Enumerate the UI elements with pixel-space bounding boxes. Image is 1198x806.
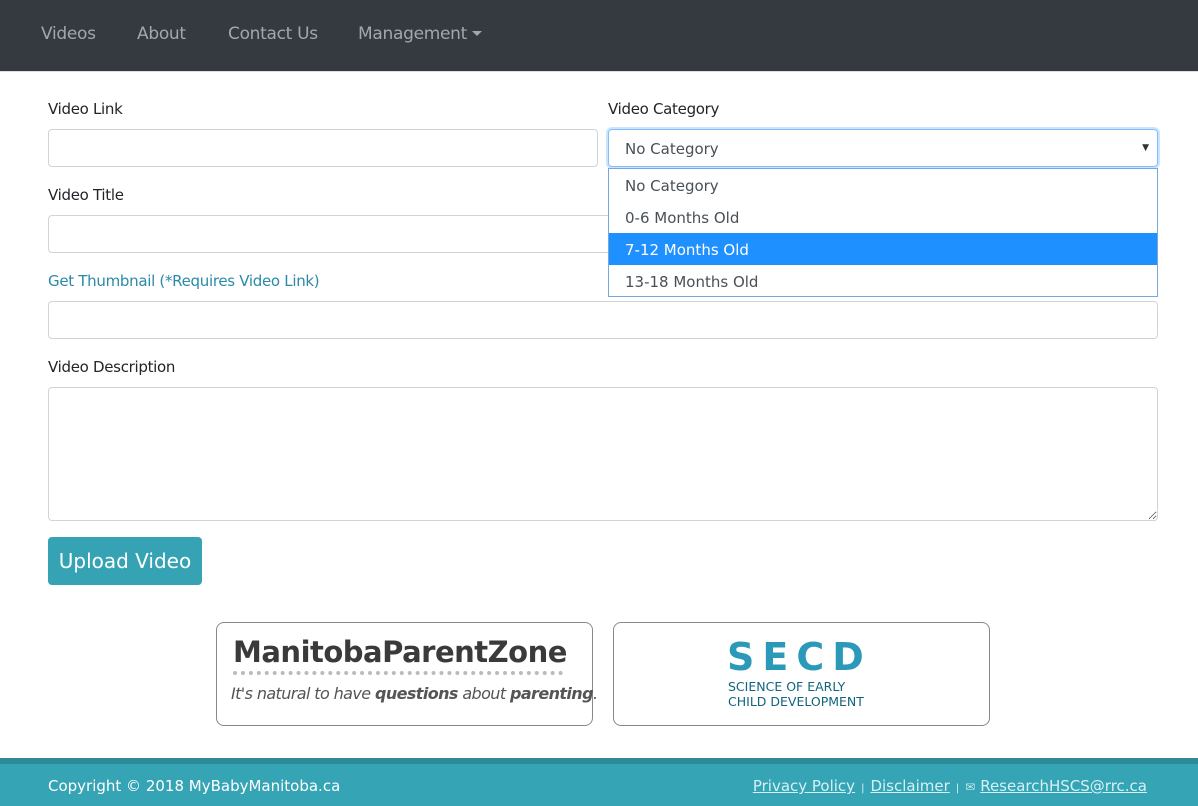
dotted-divider bbox=[233, 671, 563, 675]
email-link[interactable]: ResearchHSCS@rrc.ca bbox=[980, 777, 1147, 795]
video-description-label: Video Description bbox=[48, 358, 176, 376]
nav-management-label: Management bbox=[358, 24, 467, 44]
nav-management[interactable]: Management bbox=[358, 24, 482, 44]
category-option[interactable]: No Category bbox=[609, 169, 1157, 201]
video-title-label: Video Title bbox=[48, 186, 124, 204]
category-option[interactable]: 0-6 Months Old bbox=[609, 201, 1157, 233]
navbar: Videos About Contact Us Management bbox=[0, 0, 1198, 72]
secd-logo[interactable]: SECD SCIENCE OF EARLY CHILD DEVELOPMENT bbox=[613, 622, 990, 726]
mpz-title: ManitobaParentZone bbox=[233, 635, 567, 669]
nav-contact-us[interactable]: Contact Us bbox=[228, 24, 318, 44]
dropdown-arrow-icon: ▼ bbox=[1142, 143, 1149, 153]
caret-down-icon bbox=[472, 31, 482, 36]
tagline-part: It's natural to have bbox=[231, 684, 375, 703]
nav-about[interactable]: About bbox=[137, 24, 186, 44]
video-category-select[interactable]: No Category ▼ bbox=[608, 129, 1158, 167]
category-option[interactable]: 13-18 Months Old bbox=[609, 265, 1157, 297]
category-dropdown-list: No Category 0-6 Months Old 7-12 Months O… bbox=[608, 168, 1158, 297]
video-link-label: Video Link bbox=[48, 100, 123, 118]
tagline-part: questions bbox=[374, 684, 458, 703]
secd-subtitle: SCIENCE OF EARLY CHILD DEVELOPMENT bbox=[728, 679, 864, 709]
separator: | bbox=[955, 783, 960, 794]
manitoba-parent-zone-logo[interactable]: ManitobaParentZone It's natural to have … bbox=[216, 622, 598, 726]
envelope-icon: ✉ bbox=[965, 780, 976, 794]
selected-category: No Category bbox=[625, 140, 719, 158]
get-thumbnail-link[interactable]: Get Thumbnail (*Requires Video Link) bbox=[48, 272, 320, 290]
tagline-part: . bbox=[592, 684, 598, 703]
nav-videos[interactable]: Videos bbox=[41, 24, 96, 44]
secd-line: CHILD DEVELOPMENT bbox=[728, 694, 864, 709]
mpz-tagline: It's natural to have questions about par… bbox=[231, 684, 598, 703]
upload-video-button[interactable]: Upload Video bbox=[48, 537, 202, 585]
video-description-input[interactable] bbox=[48, 387, 1158, 521]
thumbnail-input[interactable] bbox=[48, 301, 1158, 339]
footer: Copyright © 2018 MyBabyManitoba.ca Priva… bbox=[0, 758, 1198, 806]
separator: | bbox=[861, 783, 865, 794]
category-option-highlighted[interactable]: 7-12 Months Old bbox=[609, 233, 1157, 265]
disclaimer-link[interactable]: Disclaimer bbox=[870, 777, 949, 795]
tagline-part: parenting bbox=[509, 684, 594, 703]
footer-links: Privacy Policy | Disclaimer | ✉ ResearchHSCS@… bbox=[753, 777, 1147, 795]
copyright-text: Copyright © 2018 MyBabyManitoba.ca bbox=[48, 777, 341, 795]
privacy-policy-link[interactable]: Privacy Policy bbox=[753, 777, 855, 795]
secd-line: SCIENCE OF EARLY bbox=[728, 679, 846, 694]
tagline-part: about bbox=[457, 684, 510, 703]
video-link-input[interactable] bbox=[48, 129, 598, 167]
video-category-label: Video Category bbox=[608, 100, 720, 118]
secd-title: SECD bbox=[727, 635, 872, 679]
